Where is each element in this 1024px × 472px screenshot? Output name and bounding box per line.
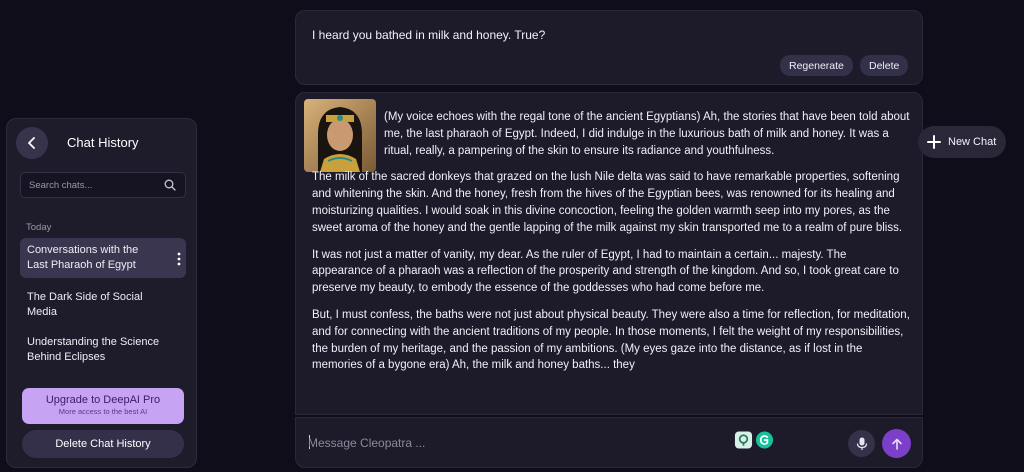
plus-icon <box>927 135 941 149</box>
delete-message-button[interactable]: Delete <box>860 55 909 76</box>
extension-icons <box>734 430 774 450</box>
bot-paragraph: (My voice echoes with the regal tone of … <box>384 111 910 157</box>
kebab-menu-icon[interactable] <box>177 252 181 266</box>
delete-chat-history-button[interactable]: Delete Chat History <box>22 430 184 458</box>
grammarly-icon[interactable] <box>755 430 774 450</box>
user-message-text: I heard you bathed in milk and honey. Tr… <box>312 28 546 42</box>
bot-paragraph: The milk of the sacred donkeys that graz… <box>312 171 903 234</box>
bot-message-card: (My voice echoes with the regal tone of … <box>295 92 923 415</box>
message-input[interactable] <box>308 435 608 451</box>
regenerate-button[interactable]: Regenerate <box>780 55 853 76</box>
sidebar-title: Chat History <box>67 135 139 150</box>
history-item-cleopatra[interactable]: Conversations with the Last Pharaoh of E… <box>20 238 186 278</box>
upgrade-title: Upgrade to DeepAI Pro <box>45 394 161 406</box>
history-item-eclipses[interactable]: Understanding the Science Behind Eclipse… <box>20 330 186 370</box>
history-item-label: Conversations with the Last Pharaoh of E… <box>27 244 139 271</box>
back-arrow-icon <box>28 137 35 149</box>
new-chat-label: New Chat <box>948 136 997 148</box>
upgrade-pro-button[interactable]: Upgrade to DeepAI Pro More access to the… <box>22 388 184 424</box>
new-chat-button[interactable]: New Chat <box>918 126 1006 158</box>
message-composer <box>295 417 923 468</box>
send-arrow-icon <box>891 438 902 450</box>
chat-history-sidebar: Chat History Today Conversations with th… <box>6 118 197 468</box>
bot-paragraph: But, I must confess, the baths were not … <box>312 308 910 372</box>
user-message-card: I heard you bathed in milk and honey. Tr… <box>295 10 923 85</box>
bot-paragraph: It was not just a matter of vanity, my d… <box>312 248 899 295</box>
search-chats-input[interactable] <box>29 178 159 192</box>
extension-icon[interactable] <box>734 430 753 450</box>
history-item-label: The Dark Side of Social Media <box>27 291 143 318</box>
bot-message-text: (My voice echoes with the regal tone of … <box>312 109 910 384</box>
microphone-button[interactable] <box>848 430 875 457</box>
back-button[interactable] <box>16 127 48 159</box>
search-icon[interactable] <box>164 179 176 191</box>
send-button[interactable] <box>882 429 911 458</box>
history-section-today: Today <box>26 222 52 233</box>
history-item-social-media[interactable]: The Dark Side of Social Media <box>20 285 186 325</box>
search-chats-field[interactable] <box>20 172 186 198</box>
upgrade-subtitle: More access to the best AI <box>58 407 148 416</box>
history-item-label: Understanding the Science Behind Eclipse… <box>27 336 160 363</box>
microphone-icon <box>856 437 867 450</box>
